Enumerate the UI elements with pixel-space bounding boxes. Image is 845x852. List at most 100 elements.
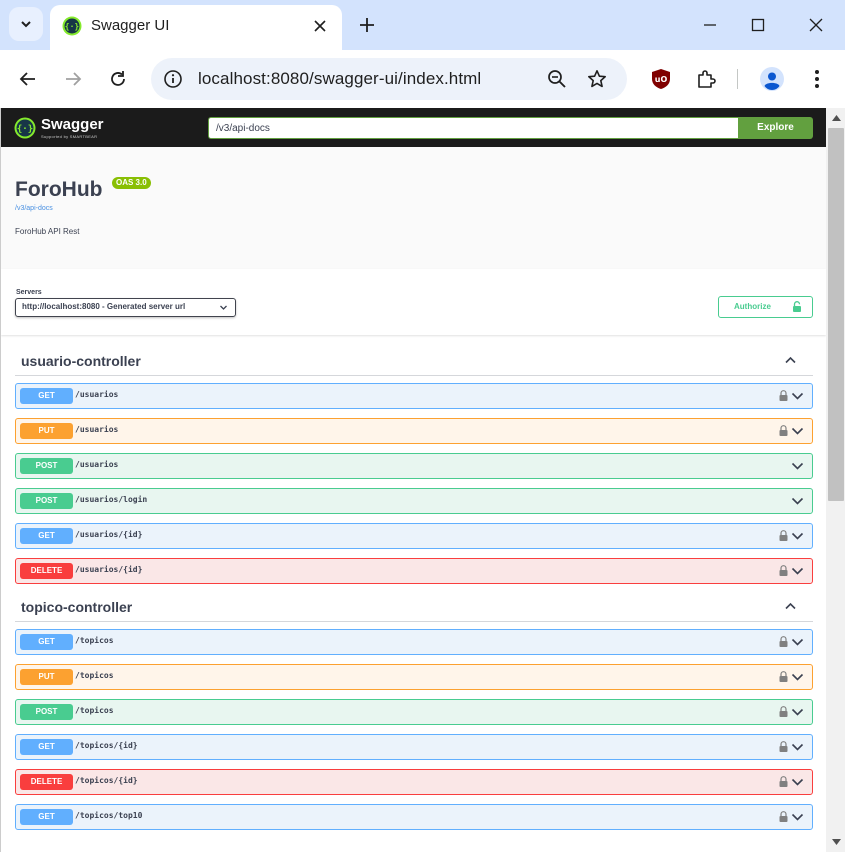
chevron-down-icon[interactable] [791, 777, 804, 787]
chevron-down-icon[interactable] [791, 461, 804, 471]
tab-search-button[interactable] [9, 7, 43, 41]
lock-icon[interactable] [779, 741, 788, 752]
operation-get[interactable]: GET/usuarios/{id} [15, 523, 813, 549]
lock-icon[interactable] [779, 811, 788, 822]
operation-put[interactable]: PUT/usuarios [15, 418, 813, 444]
lock-icon[interactable] [779, 390, 788, 401]
svg-text:{·}: {·} [17, 125, 33, 135]
vertical-scrollbar[interactable] [826, 108, 845, 852]
chevron-up-icon[interactable] [784, 354, 797, 367]
operation-path: /usuarios/{id} [75, 565, 143, 574]
api-description: ForoHub API Rest [15, 227, 80, 236]
operation-path: /topicos/top10 [75, 811, 143, 820]
api-info: ForoHub OAS 3.0 /v3/api-docs ForoHub API… [1, 147, 826, 269]
operation-post[interactable]: POST/topicos [15, 699, 813, 725]
window-close-icon[interactable] [805, 14, 827, 36]
lock-icon[interactable] [779, 671, 788, 682]
url-text[interactable]: localhost:8080/swagger-ui/index.html [198, 69, 481, 89]
lock-icon[interactable] [779, 636, 788, 647]
servers-select[interactable]: http://localhost:8080 - Generated server… [15, 298, 236, 317]
back-arrow-icon[interactable] [15, 66, 41, 92]
swagger-favicon-icon: {·} [62, 16, 82, 36]
section-header[interactable]: usuario-controller [15, 350, 813, 376]
chevron-down-icon[interactable] [791, 391, 804, 401]
swagger-topbar: {·} Swagger Supported by SMARTBEAR /v3/a… [1, 108, 826, 147]
reload-icon[interactable] [105, 66, 131, 92]
address-bar[interactable]: localhost:8080/swagger-ui/index.html [151, 58, 627, 100]
servers-label: Servers [16, 289, 42, 296]
chevron-down-icon[interactable] [791, 566, 804, 576]
chevron-down-icon[interactable] [791, 531, 804, 541]
authorize-label: Authorize [734, 302, 771, 311]
operation-delete[interactable]: DELETE/topicos/{id} [15, 769, 813, 795]
operation-path: /topicos/{id} [75, 776, 138, 785]
minimize-icon[interactable] [699, 14, 721, 36]
operation-path: /topicos/{id} [75, 741, 138, 750]
lock-icon[interactable] [779, 425, 788, 436]
servers-section: Servers http://localhost:8080 - Generate… [1, 269, 826, 335]
scroll-up-icon[interactable] [831, 113, 841, 123]
site-info-icon[interactable] [163, 69, 183, 89]
toolbar-separator [737, 69, 738, 89]
ublock-origin-icon[interactable]: uO [648, 66, 674, 92]
api-title: ForoHub [15, 178, 103, 201]
new-tab-icon[interactable] [356, 14, 378, 36]
browser-tab[interactable]: {·} Swagger UI [50, 5, 342, 50]
operation-path: /topicos [75, 706, 114, 715]
lock-icon[interactable] [779, 565, 788, 576]
method-badge: PUT [20, 669, 73, 685]
operation-get[interactable]: GET/usuarios [15, 383, 813, 409]
bookmark-star-icon[interactable] [586, 68, 608, 90]
operation-path: /usuarios [75, 390, 119, 399]
chevron-down-icon[interactable] [791, 637, 804, 647]
operation-path: /usuarios/login [75, 495, 148, 504]
operation-path: /topicos [75, 671, 114, 680]
swagger-logo[interactable]: {·} Swagger Supported by SMARTBEAR [14, 115, 114, 141]
kebab-menu-icon[interactable] [804, 66, 830, 92]
section-header[interactable]: topico-controller [15, 596, 813, 622]
scroll-down-icon[interactable] [831, 837, 841, 847]
zoom-out-icon[interactable] [546, 68, 568, 90]
explore-button[interactable]: Explore [738, 117, 813, 139]
profile-avatar-icon[interactable] [759, 66, 785, 92]
scroll-thumb[interactable] [828, 128, 844, 501]
authorize-button[interactable]: Authorize [718, 296, 813, 318]
oas-version-badge: OAS 3.0 [112, 177, 151, 189]
operation-post[interactable]: POST/usuarios/login [15, 488, 813, 514]
server-selected-value: http://localhost:8080 - Generated server… [22, 302, 186, 311]
lock-icon[interactable] [779, 706, 788, 717]
lock-icon[interactable] [779, 776, 788, 787]
browser-tab-bar: {·} Swagger UI [0, 0, 845, 50]
chevron-down-icon [220, 305, 227, 310]
method-badge: GET [20, 388, 73, 404]
operation-post[interactable]: POST/usuarios [15, 453, 813, 479]
operation-get[interactable]: GET/topicos/top10 [15, 804, 813, 830]
chevron-down-icon[interactable] [791, 672, 804, 682]
chevron-up-icon[interactable] [784, 600, 797, 613]
swagger-logo-icon: {·} [14, 117, 36, 139]
chevron-down-icon[interactable] [791, 707, 804, 717]
tab-close-icon[interactable] [310, 16, 330, 36]
operation-delete[interactable]: DELETE/usuarios/{id} [15, 558, 813, 584]
spec-link[interactable]: /v3/api-docs [15, 205, 53, 212]
method-badge: GET [20, 528, 73, 544]
chevron-down-icon[interactable] [791, 742, 804, 752]
operation-get[interactable]: GET/topicos/{id} [15, 734, 813, 760]
method-badge: POST [20, 493, 73, 509]
swagger-logo-sub: Supported by SMARTBEAR [41, 134, 98, 139]
forward-arrow-icon[interactable] [60, 66, 86, 92]
operation-path: /usuarios [75, 425, 119, 434]
lock-icon[interactable] [779, 530, 788, 541]
chevron-down-icon[interactable] [791, 496, 804, 506]
chevron-down-icon[interactable] [791, 426, 804, 436]
method-badge: POST [20, 458, 73, 474]
operation-path: /topicos [75, 636, 114, 645]
maximize-icon[interactable] [747, 14, 769, 36]
operation-put[interactable]: PUT/topicos [15, 664, 813, 690]
spec-url-input[interactable]: /v3/api-docs [208, 117, 738, 139]
method-badge: DELETE [20, 774, 73, 790]
operation-get[interactable]: GET/topicos [15, 629, 813, 655]
extensions-puzzle-icon[interactable] [693, 66, 719, 92]
chevron-down-icon [21, 21, 31, 28]
chevron-down-icon[interactable] [791, 812, 804, 822]
